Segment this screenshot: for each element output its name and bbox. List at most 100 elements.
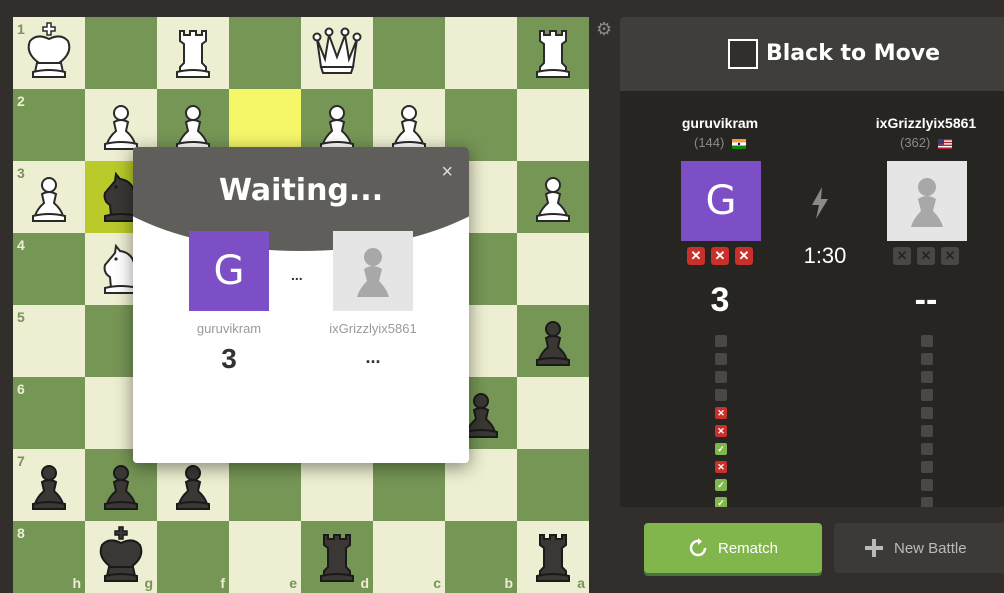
square-h4[interactable]: 4 — [13, 233, 85, 305]
square-f8[interactable]: f — [157, 521, 229, 593]
rank-label: 8 — [17, 525, 25, 541]
black-king-piece[interactable] — [85, 521, 157, 593]
opponent-avatar — [333, 231, 413, 311]
white-pawn-piece[interactable] — [13, 161, 85, 233]
file-label: h — [72, 575, 81, 591]
left-strikes: ✕ ✕ ✕ — [687, 247, 753, 265]
close-icon[interactable]: × — [441, 161, 453, 184]
settings-gear-icon[interactable]: ⚙ — [596, 20, 614, 38]
empty-result-cell — [921, 335, 933, 347]
square-a4[interactable] — [517, 233, 589, 305]
right-strikes: ✕ ✕ ✕ — [893, 247, 959, 265]
new-battle-button[interactable]: New Battle — [834, 523, 1004, 573]
turn-color-indicator — [728, 39, 758, 69]
empty-result-cell — [921, 371, 933, 383]
rank-label: 4 — [17, 237, 25, 253]
square-b1[interactable] — [445, 17, 517, 89]
turn-text: Black to Move — [766, 41, 941, 66]
right-player-avatar — [887, 161, 967, 241]
square-b8[interactable]: b — [445, 521, 517, 593]
white-queen-piece[interactable] — [301, 17, 373, 89]
square-c8[interactable]: c — [373, 521, 445, 593]
fail-icon: ✕ — [715, 425, 727, 437]
square-a7[interactable] — [517, 449, 589, 521]
square-h7[interactable]: 7 — [13, 449, 85, 521]
empty-result-cell — [921, 407, 933, 419]
black-pawn-piece[interactable] — [13, 449, 85, 521]
empty-result-cell — [715, 353, 727, 365]
panel-footer: Rematch New Battle — [620, 507, 1004, 592]
square-e8[interactable]: e — [229, 521, 301, 593]
white-king-piece[interactable] — [13, 17, 85, 89]
white-pawn-piece[interactable] — [517, 161, 589, 233]
left-player-rating-row: (144) — [650, 135, 790, 150]
square-e1[interactable] — [229, 17, 301, 89]
empty-result-cell — [921, 443, 933, 455]
square-h3[interactable]: 3 — [13, 161, 85, 233]
square-a8[interactable]: a — [517, 521, 589, 593]
strike-icon: ✕ — [687, 247, 705, 265]
square-g8[interactable]: g — [85, 521, 157, 593]
turn-header: Black to Move — [620, 17, 1004, 91]
empty-result-cell — [921, 425, 933, 437]
player-avatar: G — [189, 231, 269, 311]
file-label: b — [504, 575, 513, 591]
square-h8[interactable]: 8h — [13, 521, 85, 593]
square-h1[interactable]: 1 — [13, 17, 85, 89]
player-score: 3 — [221, 343, 237, 374]
square-a5[interactable] — [517, 305, 589, 377]
square-a3[interactable] — [517, 161, 589, 233]
left-player-score: 3 — [710, 281, 730, 319]
white-rook-piece[interactable] — [517, 17, 589, 89]
black-rook-piece[interactable] — [517, 521, 589, 593]
strike-icon: ✕ — [711, 247, 729, 265]
black-rook-piece[interactable] — [301, 521, 373, 593]
square-g1[interactable] — [85, 17, 157, 89]
white-rook-piece[interactable] — [157, 17, 229, 89]
modal-title: Waiting... — [218, 173, 384, 208]
file-label: c — [433, 575, 441, 591]
square-d1[interactable] — [301, 17, 373, 89]
file-label: f — [220, 575, 225, 591]
square-h2[interactable]: 2 — [13, 89, 85, 161]
check-icon: ✓ — [715, 479, 727, 491]
empty-result-cell — [921, 479, 933, 491]
battle-panel: Black to Move guruvikram (144) ixGrizzly… — [620, 17, 1004, 592]
right-player-rating: (362) — [900, 135, 931, 150]
black-pawn-piece[interactable] — [517, 305, 589, 377]
rank-label: 6 — [17, 381, 25, 397]
square-a6[interactable] — [517, 377, 589, 449]
right-player-name[interactable]: ixGrizzlyix5861 — [856, 115, 996, 131]
rematch-label: Rematch — [717, 539, 779, 557]
file-label: e — [289, 575, 297, 591]
square-h5[interactable]: 5 — [13, 305, 85, 377]
square-a2[interactable] — [517, 89, 589, 161]
square-f1[interactable] — [157, 17, 229, 89]
check-icon: ✓ — [715, 443, 727, 455]
strike-icon: ✕ — [735, 247, 753, 265]
right-result-column — [921, 335, 933, 509]
left-player-avatar: G — [681, 161, 761, 241]
left-player-name[interactable]: guruvikram — [650, 115, 790, 131]
rematch-button[interactable]: Rematch — [644, 523, 822, 573]
new-battle-label: New Battle — [894, 539, 967, 557]
strike-icon: ✕ — [941, 247, 959, 265]
right-player-score: -- — [914, 281, 938, 319]
strike-icon: ✕ — [917, 247, 935, 265]
plus-icon — [865, 539, 883, 557]
timer: 1:30 — [803, 243, 847, 268]
empty-result-cell — [715, 389, 727, 401]
empty-result-cell — [921, 389, 933, 401]
left-player-rating: (144) — [694, 135, 725, 150]
rank-label: 5 — [17, 309, 25, 325]
square-c1[interactable] — [373, 17, 445, 89]
rank-label: 2 — [17, 93, 25, 109]
square-a1[interactable] — [517, 17, 589, 89]
empty-result-cell — [715, 335, 727, 347]
opponent-name: ixGrizzlyix5861 — [329, 321, 417, 336]
vs-ellipsis: ... — [291, 267, 303, 283]
square-d8[interactable]: d — [301, 521, 373, 593]
opponent-score: ... — [365, 347, 381, 367]
fail-icon: ✕ — [715, 407, 727, 419]
square-h6[interactable]: 6 — [13, 377, 85, 449]
